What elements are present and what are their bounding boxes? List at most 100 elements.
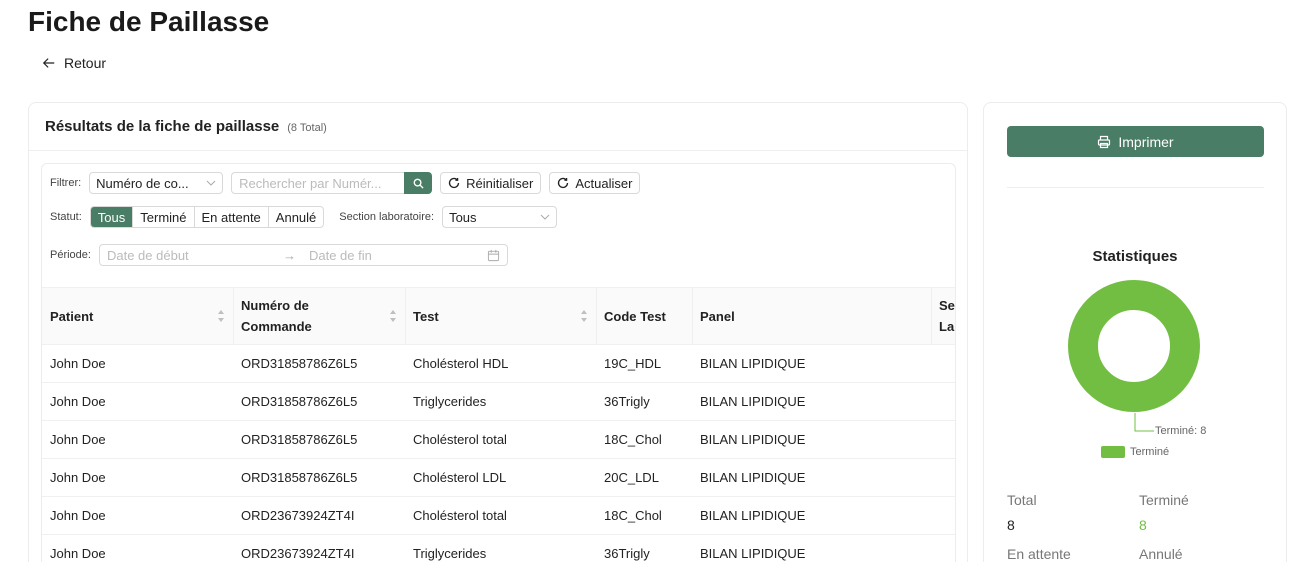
print-button[interactable]: Imprimer	[1007, 126, 1264, 157]
table-row[interactable]: John Doe ORD23673924ZT4I Triglycerides 3…	[42, 535, 955, 562]
results-card: Résultats de la fiche de paillasse (8 To…	[28, 102, 968, 562]
sort-icon	[218, 310, 224, 322]
table-row[interactable]: John Doe ORD31858786Z6L5 Cholésterol HDL…	[42, 345, 955, 383]
cell-patient: John Doe	[50, 432, 106, 447]
arrow-left-icon	[42, 58, 55, 68]
status-row: Statut: Tous Terminé En attente Annulé S…	[50, 206, 558, 228]
period-label: Période:	[50, 249, 91, 261]
printer-icon	[1098, 135, 1111, 148]
results-title: Résultats de la fiche de paillasse	[45, 118, 280, 135]
column-header-label: Code Test	[604, 308, 666, 324]
stat-total-label: Total	[1007, 492, 1037, 508]
cell-patient: John Doe	[50, 394, 106, 409]
results-table: Patient Numéro de Commande Test Code Tes…	[42, 287, 955, 562]
sort-icon	[390, 310, 396, 322]
section-select[interactable]: Tous	[442, 206, 558, 228]
cell-panel: BILAN LIPIDIQUE	[700, 546, 806, 561]
cell-patient: John Doe	[50, 546, 106, 561]
reset-button[interactable]: Réinitialiser	[440, 172, 542, 194]
back-link-label: Retour	[64, 55, 107, 71]
cell-patient: John Doe	[50, 470, 106, 485]
column-header-label: Se Lab	[939, 298, 955, 334]
section-value: Tous	[449, 209, 477, 225]
table-header: Patient Numéro de Commande Test Code Tes…	[42, 287, 955, 345]
stat-done-value: 8	[1139, 517, 1147, 533]
table-row[interactable]: John Doe ORD31858786Z6L5 Triglycerides 3…	[42, 383, 955, 421]
legend-label: Terminé	[1130, 446, 1170, 458]
filter-label: Filtrer:	[50, 177, 82, 189]
status-donut-chart	[1068, 280, 1200, 412]
cell-patient: John Doe	[50, 508, 106, 523]
refresh-label: Actualiser	[575, 175, 633, 191]
column-header-order-number[interactable]: Numéro de Commande	[233, 288, 405, 344]
cell-patient: John Doe	[50, 356, 106, 371]
cell-panel: BILAN LIPIDIQUE	[700, 432, 806, 447]
donut-data-label: Terminé: 8	[1155, 425, 1207, 437]
page-title: Fiche de Paillasse	[28, 6, 270, 37]
status-label: Statut:	[50, 211, 82, 223]
sort-icon	[581, 310, 587, 322]
column-header-label: Panel	[700, 308, 735, 324]
cell-order-number: ORD31858786Z6L5	[241, 470, 358, 485]
cell-test: Cholésterol total	[413, 432, 507, 447]
results-count: (8 Total)	[287, 121, 327, 134]
status-option-all[interactable]: Tous	[90, 207, 133, 227]
column-header-test[interactable]: Test	[405, 288, 596, 344]
cell-test: Cholésterol total	[413, 508, 507, 523]
statistics-card: Imprimer Statistiques Terminé: 8 Terminé…	[983, 102, 1287, 562]
filter-row: Filtrer: Numéro de co... Réinitialiser A…	[50, 172, 641, 194]
cell-panel: BILAN LIPIDIQUE	[700, 394, 806, 409]
calendar-icon	[487, 249, 500, 261]
table-row[interactable]: John Doe ORD23673924ZT4I Cholésterol tot…	[42, 497, 955, 535]
divider	[1007, 187, 1264, 188]
reload-icon	[449, 177, 460, 189]
search-button[interactable]	[404, 172, 433, 194]
date-range-picker[interactable]: Date de début → Date de fin	[98, 244, 508, 266]
column-header-panel: Panel	[692, 288, 931, 344]
cell-panel: BILAN LIPIDIQUE	[700, 356, 806, 371]
print-label: Imprimer	[1118, 133, 1174, 150]
period-row: Période: Date de début → Date de fin	[50, 244, 508, 266]
filter-field-select[interactable]: Numéro de co...	[89, 172, 224, 194]
arrow-right-icon: →	[282, 247, 296, 263]
filter-field-value: Numéro de co...	[96, 175, 189, 191]
date-start-input[interactable]: Date de début	[107, 248, 283, 263]
cell-code-test: 36Trigly	[604, 546, 650, 561]
cell-order-number: ORD23673924ZT4I	[241, 508, 355, 523]
date-end-input[interactable]: Date de fin	[309, 248, 487, 263]
cell-code-test: 18C_Chol	[604, 508, 662, 523]
stat-cancelled-label: Annulé	[1139, 546, 1183, 562]
chart-legend: Terminé	[1101, 446, 1169, 458]
column-header-section: Se Lab	[931, 288, 955, 344]
status-option-pending[interactable]: En attente	[193, 207, 268, 227]
cell-order-number: ORD23673924ZT4I	[241, 546, 355, 561]
cell-order-number: ORD31858786Z6L5	[241, 394, 358, 409]
cell-order-number: ORD31858786Z6L5	[241, 356, 358, 371]
search-input[interactable]	[231, 172, 405, 194]
status-option-cancelled[interactable]: Annulé	[267, 207, 323, 227]
back-link[interactable]: Retour	[42, 55, 106, 71]
cell-test: Cholésterol LDL	[413, 470, 507, 485]
table-row[interactable]: John Doe ORD31858786Z6L5 Cholésterol LDL…	[42, 459, 955, 497]
cell-test: Triglycerides	[413, 394, 487, 409]
cell-code-test: 20C_LDL	[604, 470, 659, 485]
chevron-down-icon	[206, 180, 216, 186]
status-option-done[interactable]: Terminé	[132, 207, 193, 227]
cell-code-test: 36Trigly	[604, 394, 650, 409]
cell-code-test: 18C_Chol	[604, 432, 662, 447]
results-card-header: Résultats de la fiche de paillasse (8 To…	[29, 103, 967, 151]
status-segmented: Tous Terminé En attente Annulé	[89, 206, 325, 228]
donut-leader-line	[1134, 413, 1154, 432]
search-icon	[413, 178, 424, 189]
cell-test: Cholésterol HDL	[413, 356, 509, 371]
column-header-patient[interactable]: Patient	[42, 288, 233, 344]
column-header-label: Test	[413, 308, 439, 324]
stat-total-value: 8	[1007, 517, 1015, 533]
statistics-title: Statistiques	[1092, 248, 1178, 265]
section-label: Section laboratoire:	[339, 211, 435, 223]
cell-panel: BILAN LIPIDIQUE	[700, 470, 806, 485]
table-row[interactable]: John Doe ORD31858786Z6L5 Cholésterol tot…	[42, 421, 955, 459]
stat-pending-label: En attente	[1007, 546, 1071, 562]
refresh-button[interactable]: Actualiser	[549, 172, 641, 194]
donut-segment-done	[1068, 280, 1200, 412]
